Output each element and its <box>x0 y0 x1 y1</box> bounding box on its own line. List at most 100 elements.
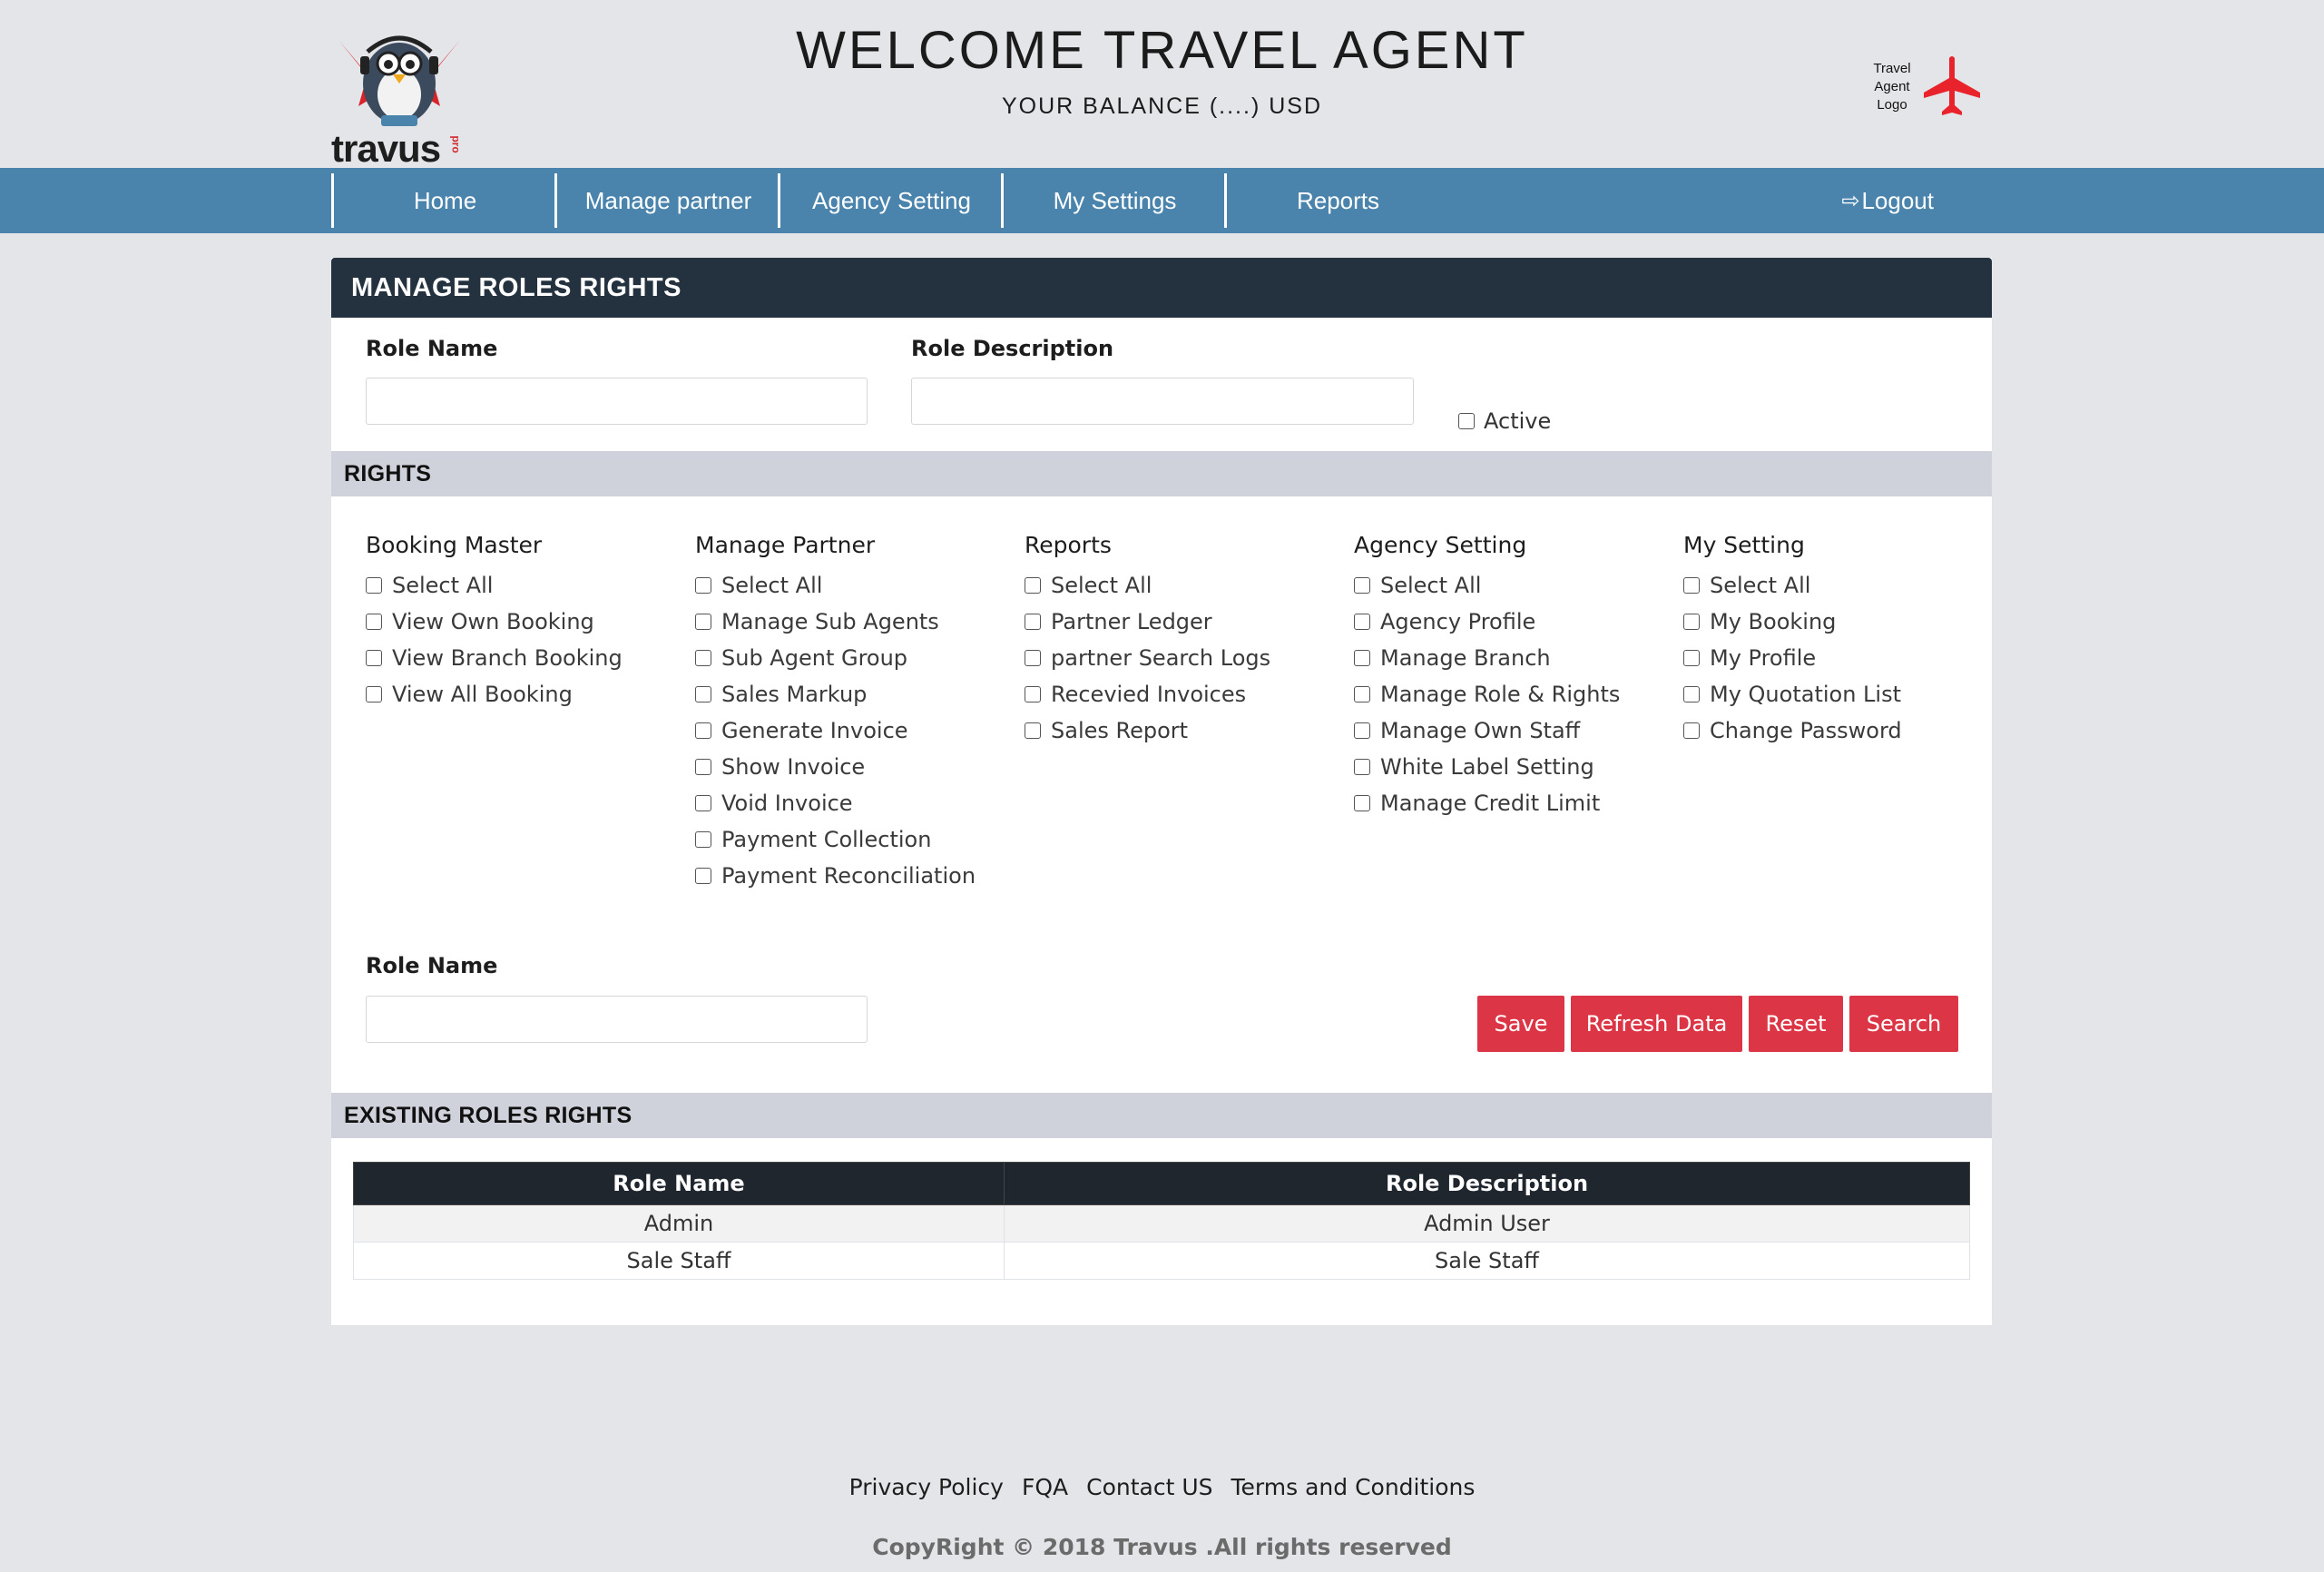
column-header-role-description[interactable]: Role Description <box>1004 1162 1970 1205</box>
right-label: View Own Booking <box>392 609 594 634</box>
right-checkbox[interactable] <box>695 577 711 594</box>
right-item[interactable]: Select All <box>1683 567 1992 604</box>
role-description-input[interactable] <box>911 378 1414 425</box>
nav-my-settings[interactable]: My Settings <box>1001 173 1226 228</box>
cell-role-description: Sale Staff <box>1004 1242 1970 1280</box>
right-checkbox[interactable] <box>695 722 711 739</box>
right-checkbox[interactable] <box>1025 577 1041 594</box>
copyright-text: CopyRight © 2018 Travus .All rights rese… <box>872 1534 1452 1560</box>
right-checkbox[interactable] <box>1025 722 1041 739</box>
right-item[interactable]: Select All <box>1025 567 1333 604</box>
nav-manage-partner[interactable]: Manage partner <box>554 173 780 228</box>
footer-link-terms[interactable]: Terms and Conditions <box>1231 1474 1476 1500</box>
right-item[interactable]: Manage Sub Agents <box>695 604 1004 640</box>
right-checkbox[interactable] <box>1354 614 1370 630</box>
logout-link[interactable]: ⇨ Logout <box>1841 173 1934 228</box>
search-button[interactable]: Search <box>1849 996 1958 1052</box>
footer-link-fqa[interactable]: FQA <box>1022 1474 1068 1500</box>
right-checkbox[interactable] <box>695 795 711 811</box>
right-label: Manage Credit Limit <box>1380 791 1601 816</box>
right-item[interactable]: Change Password <box>1683 712 1992 749</box>
right-item[interactable]: Agency Profile <box>1354 604 1662 640</box>
right-checkbox[interactable] <box>366 686 382 702</box>
right-checkbox[interactable] <box>1683 614 1700 630</box>
right-checkbox[interactable] <box>1683 722 1700 739</box>
nav-agency-setting[interactable]: Agency Setting <box>778 173 1003 228</box>
refresh-data-button[interactable]: Refresh Data <box>1571 996 1742 1052</box>
right-item[interactable]: partner Search Logs <box>1025 640 1333 676</box>
right-checkbox[interactable] <box>1354 577 1370 594</box>
right-checkbox[interactable] <box>695 650 711 666</box>
right-item[interactable]: Manage Role & Rights <box>1354 676 1662 712</box>
right-item[interactable]: Select All <box>366 567 674 604</box>
table-header-row: Role Name Role Description <box>353 1162 1970 1205</box>
right-item[interactable]: Payment Collection <box>695 821 1004 858</box>
right-checkbox[interactable] <box>1354 722 1370 739</box>
right-item[interactable]: My Booking <box>1683 604 1992 640</box>
right-item[interactable]: Show Invoice <box>695 749 1004 785</box>
right-item[interactable]: Sales Markup <box>695 676 1004 712</box>
right-item[interactable]: Manage Branch <box>1354 640 1662 676</box>
right-checkbox[interactable] <box>1683 650 1700 666</box>
nav-reports[interactable]: Reports <box>1224 173 1449 228</box>
right-item[interactable]: View All Booking <box>366 676 674 712</box>
right-checkbox[interactable] <box>1025 650 1041 666</box>
right-item[interactable]: My Profile <box>1683 640 1992 676</box>
reset-button[interactable]: Reset <box>1749 996 1843 1052</box>
rights-column-agency-setting: Agency Setting Select All Agency Profile… <box>1354 532 1662 821</box>
right-checkbox[interactable] <box>1354 795 1370 811</box>
right-checkbox[interactable] <box>695 868 711 884</box>
right-item[interactable]: Select All <box>1354 567 1662 604</box>
right-item[interactable]: Manage Own Staff <box>1354 712 1662 749</box>
right-item[interactable]: Void Invoice <box>695 785 1004 821</box>
save-button[interactable]: Save <box>1477 996 1564 1052</box>
right-item[interactable]: Sales Report <box>1025 712 1333 749</box>
right-item[interactable]: White Label Setting <box>1354 749 1662 785</box>
right-item[interactable]: View Own Booking <box>366 604 674 640</box>
column-header-role-name[interactable]: Role Name <box>353 1162 1005 1205</box>
right-label: Manage Branch <box>1380 645 1551 671</box>
existing-roles-section-bar: EXISTING ROLES RIGHTS <box>331 1093 1992 1138</box>
right-item[interactable]: Payment Reconciliation <box>695 858 1004 894</box>
right-checkbox[interactable] <box>366 650 382 666</box>
right-item[interactable]: My Quotation List <box>1683 676 1992 712</box>
right-checkbox[interactable] <box>1683 577 1700 594</box>
rights-column-my-setting: My Setting Select All My Booking My Prof… <box>1683 532 1992 749</box>
right-checkbox[interactable] <box>1683 686 1700 702</box>
role-name-input[interactable] <box>366 378 868 425</box>
right-label: Change Password <box>1710 718 1902 743</box>
right-checkbox[interactable] <box>1354 686 1370 702</box>
logo-subtext: pro <box>449 135 463 153</box>
right-item[interactable]: Recevied Invoices <box>1025 676 1333 712</box>
right-item[interactable]: Sub Agent Group <box>695 640 1004 676</box>
right-checkbox[interactable] <box>366 577 382 594</box>
right-checkbox[interactable] <box>366 614 382 630</box>
active-checkbox[interactable] <box>1458 413 1475 429</box>
right-checkbox[interactable] <box>695 831 711 848</box>
right-checkbox[interactable] <box>1354 759 1370 775</box>
right-checkbox[interactable] <box>1354 650 1370 666</box>
right-checkbox[interactable] <box>1025 686 1041 702</box>
footer-link-contact-us[interactable]: Contact US <box>1086 1474 1212 1500</box>
right-item[interactable]: Manage Credit Limit <box>1354 785 1662 821</box>
right-label: Select All <box>1380 573 1482 598</box>
rights-column-title: Agency Setting <box>1354 532 1527 558</box>
right-item[interactable]: Select All <box>695 567 1004 604</box>
table-row[interactable]: Sale Staff Sale Staff <box>353 1242 1970 1280</box>
logout-icon: ⇨ <box>1841 188 1860 213</box>
table-row[interactable]: Admin Admin User <box>353 1204 1970 1243</box>
right-label: White Label Setting <box>1380 754 1594 780</box>
right-item[interactable]: Partner Ledger <box>1025 604 1333 640</box>
active-checkbox-row[interactable]: Active <box>1458 408 1551 434</box>
nav-home[interactable]: Home <box>331 173 556 228</box>
right-label: Recevied Invoices <box>1051 682 1247 707</box>
right-checkbox[interactable] <box>695 759 711 775</box>
right-item[interactable]: View Branch Booking <box>366 640 674 676</box>
right-item[interactable]: Generate Invoice <box>695 712 1004 749</box>
right-label: View Branch Booking <box>392 645 623 671</box>
footer-link-privacy-policy[interactable]: Privacy Policy <box>849 1474 1004 1500</box>
right-checkbox[interactable] <box>695 614 711 630</box>
search-role-name-input[interactable] <box>366 996 868 1043</box>
right-checkbox[interactable] <box>1025 614 1041 630</box>
right-checkbox[interactable] <box>695 686 711 702</box>
